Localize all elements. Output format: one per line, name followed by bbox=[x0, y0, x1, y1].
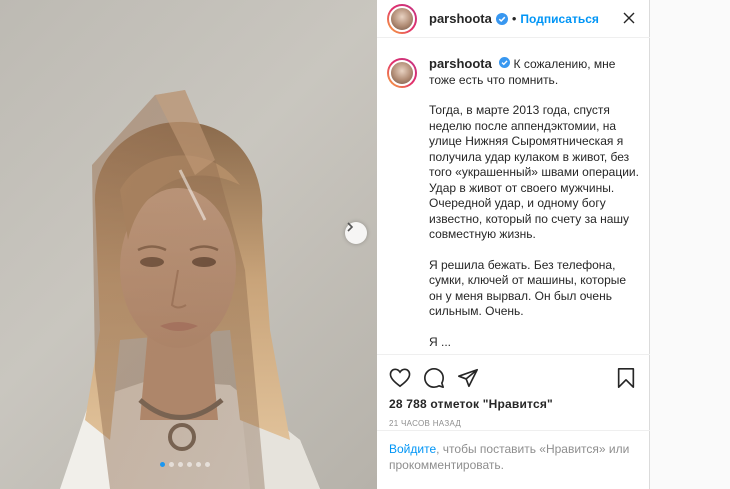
login-prompt: Войдите, чтобы поставить «Нравится» или … bbox=[377, 430, 650, 483]
caption-username[interactable]: parshoota bbox=[429, 56, 492, 71]
verified-badge-icon bbox=[499, 57, 511, 68]
follow-button[interactable]: Подписаться bbox=[520, 12, 598, 26]
carousel-indicator bbox=[160, 462, 210, 467]
caption: parshoota К сожалению, мне тоже есть что… bbox=[387, 56, 640, 350]
verified-badge-icon bbox=[495, 12, 508, 25]
avatar[interactable] bbox=[387, 3, 417, 34]
post-photo[interactable] bbox=[0, 0, 377, 489]
comments-area[interactable]: parshoota К сожалению, мне тоже есть что… bbox=[377, 56, 650, 354]
portrait-image bbox=[60, 90, 320, 489]
caption-paragraph: Очередной удар, и одному богу известно, … bbox=[429, 196, 630, 241]
carousel-dot bbox=[178, 462, 183, 467]
separator: • bbox=[511, 11, 517, 26]
heart-icon[interactable] bbox=[389, 368, 411, 388]
bookmark-icon[interactable] bbox=[616, 367, 636, 389]
carousel-dot bbox=[205, 462, 210, 467]
post-timestamp[interactable]: 21 ЧАСОВ НАЗАД bbox=[389, 419, 640, 428]
instagram-post: parshoota • Подписаться parshoota К сожа… bbox=[0, 0, 650, 489]
login-link[interactable]: Войдите bbox=[389, 442, 436, 456]
caption-paragraph: Тогда, в марте 2013 года, спустя неделю … bbox=[429, 103, 639, 195]
carousel-dot bbox=[187, 462, 192, 467]
post-actions: 28 788 отметок "Нравится" 21 ЧАСОВ НАЗАД bbox=[377, 354, 650, 428]
post-sidebar: parshoota • Подписаться parshoota К сожа… bbox=[377, 0, 650, 489]
carousel-dot bbox=[169, 462, 174, 467]
comment-bubble-icon[interactable] bbox=[423, 367, 445, 389]
carousel-dot bbox=[160, 462, 165, 467]
likes-count[interactable]: 28 788 отметок "Нравится" bbox=[389, 397, 640, 411]
author-username[interactable]: parshoota bbox=[429, 11, 492, 26]
more-options-icon[interactable] bbox=[622, 11, 636, 30]
avatar[interactable] bbox=[387, 58, 417, 88]
post-header: parshoota • Подписаться bbox=[377, 0, 650, 38]
chevron-right-icon bbox=[347, 222, 354, 232]
carousel-dot bbox=[196, 462, 201, 467]
caption-paragraph: Я решила бежать. Без телефона, сумки, кл… bbox=[429, 257, 627, 319]
caption-text: parshoota К сожалению, мне тоже есть что… bbox=[429, 56, 639, 350]
carousel-next-button[interactable] bbox=[345, 222, 367, 244]
paper-plane-icon[interactable] bbox=[457, 367, 479, 389]
caption-paragraph: Я ... bbox=[429, 334, 452, 349]
